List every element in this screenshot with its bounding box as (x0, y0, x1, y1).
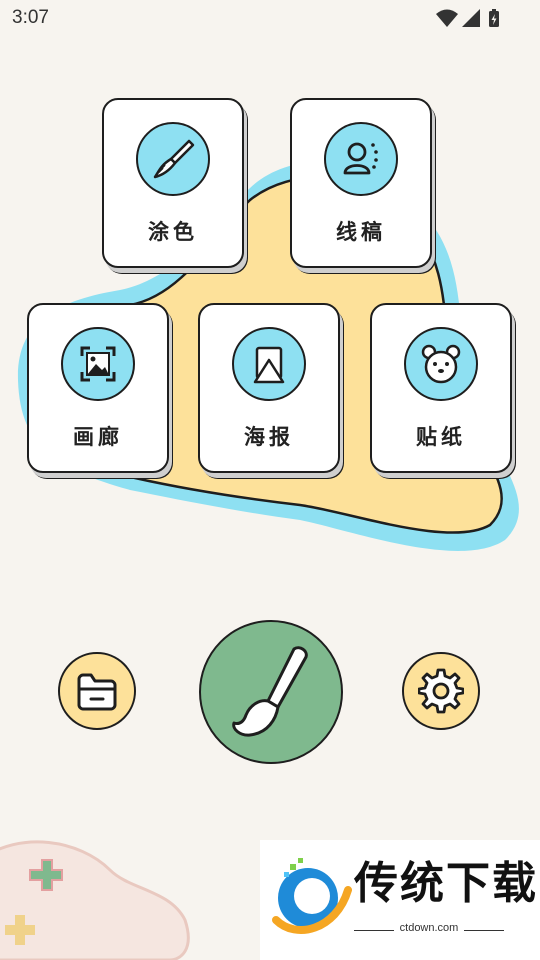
image-icon (61, 327, 135, 401)
ctdown-logo-icon (272, 858, 352, 934)
bottom-area: 传统下载 ctdown.com (0, 830, 540, 960)
ad-divider-right (464, 930, 504, 931)
ad-banner[interactable]: 传统下载 ctdown.com (260, 840, 540, 960)
ad-title: 传统下载 (354, 858, 538, 909)
card-gallery[interactable]: 画廊 (27, 303, 169, 473)
poster-icon (232, 327, 306, 401)
card-poster-label: 海报 (244, 425, 294, 449)
person-sketch-icon (324, 122, 398, 196)
folder-button[interactable] (58, 652, 136, 730)
paintbrush-icon (136, 122, 210, 196)
card-sticker-label: 贴纸 (416, 425, 466, 449)
gear-icon (418, 668, 464, 714)
ad-subtitle: ctdown.com (399, 922, 459, 934)
background-blob (17, 161, 519, 551)
card-sticker[interactable]: 贴纸 (370, 303, 512, 473)
card-gallery-label: 画廊 (73, 425, 123, 449)
palette-decoration (0, 840, 190, 960)
card-poster[interactable]: 海报 (198, 303, 340, 473)
folder-icon (77, 673, 117, 711)
brush-icon (232, 646, 308, 737)
brush-button[interactable] (199, 620, 343, 764)
card-coloring-label: 涂色 (148, 220, 198, 244)
card-coloring[interactable]: 涂色 (102, 98, 244, 268)
card-lineart-label: 线稿 (336, 220, 386, 244)
bear-icon (404, 327, 478, 401)
card-lineart[interactable]: 线稿 (290, 98, 432, 268)
settings-button[interactable] (402, 652, 480, 730)
